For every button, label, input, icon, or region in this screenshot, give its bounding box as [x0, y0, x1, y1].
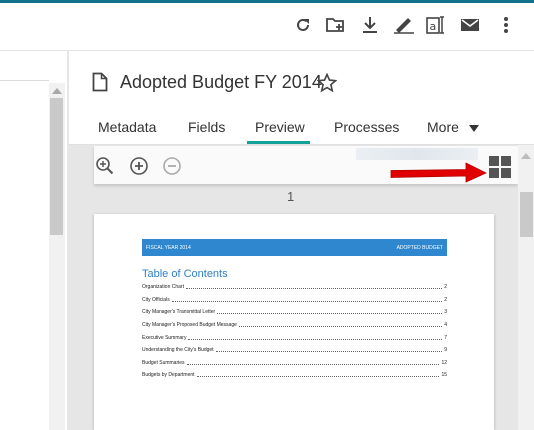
toc-label: Executive Summary [142, 335, 187, 341]
toc-leader [171, 300, 443, 302]
minus-circle-icon[interactable] [161, 155, 183, 177]
toc-label: City Officials [142, 297, 170, 303]
top-accent-bar [0, 0, 534, 3]
tab-fields[interactable]: Fields [188, 119, 225, 135]
toc-page: 3 [444, 309, 447, 315]
toc-label: City Manager's Transmittal Letter [142, 309, 216, 315]
toc-page: 7 [444, 335, 447, 341]
toc-leader [188, 338, 443, 340]
toc-leader [185, 287, 443, 289]
toc-leader [196, 375, 440, 377]
caret-down-icon [468, 124, 479, 132]
refresh-icon[interactable] [291, 12, 315, 38]
left-scroll-thumb[interactable] [50, 98, 63, 235]
toc-row: City Manager's Transmittal Letter 3 [142, 307, 447, 315]
red-arrow-annotation [390, 162, 487, 183]
star-icon[interactable] [316, 72, 338, 93]
right-scroll-up-icon[interactable] [521, 153, 531, 159]
toc-row: Organization Chart 2 [142, 282, 447, 290]
left-scroll-up-icon[interactable] [52, 88, 62, 94]
toc-page: 2 [444, 284, 447, 290]
file-icon [92, 72, 108, 92]
zoom-in-icon[interactable] [94, 155, 116, 177]
toc-leader [238, 325, 443, 327]
toc-label: Budget Summaries [142, 360, 185, 366]
toc-title: Table of Contents [142, 268, 228, 280]
toc-row: City Manager's Proposed Budget Message 4 [142, 320, 447, 328]
right-scrollbar[interactable] [518, 145, 534, 430]
tab-more[interactable]: More [427, 119, 479, 135]
toc-row: City Officials 2 [142, 295, 447, 303]
page-header-left: FISCAL YEAR 2014 [146, 245, 191, 251]
svg-text:a: a [430, 20, 437, 33]
toc-page: 4 [444, 322, 447, 328]
top-toolbar [0, 0, 534, 51]
more-vert-icon[interactable] [494, 12, 518, 38]
tab-more-label: More [427, 119, 459, 135]
toc-leader [217, 312, 443, 314]
page-header-band: FISCAL YEAR 2014 ADOPTED BUDGET [142, 239, 447, 256]
toc-page: 12 [441, 360, 447, 366]
toc-leader [186, 363, 440, 365]
download-icon[interactable] [358, 12, 382, 38]
tab-metadata[interactable]: Metadata [98, 119, 156, 135]
tab-preview[interactable]: Preview [255, 119, 305, 135]
plus-circle-icon[interactable] [128, 155, 150, 177]
toc-row: Budgets by Department 15 [142, 370, 447, 378]
toc-row: Budget Summaries 12 [142, 358, 447, 366]
toolbar-highlight [356, 148, 478, 160]
toc-page: 15 [441, 372, 447, 378]
document-title: Adopted Budget FY 2014 [120, 72, 322, 92]
toc-row: Executive Summary 7 [142, 333, 447, 341]
right-scroll-thumb[interactable] [520, 192, 533, 237]
page-header-right: ADOPTED BUDGET [396, 245, 443, 251]
grid-view-icon[interactable] [487, 154, 513, 180]
divider-line [0, 80, 49, 81]
toc-leader [215, 350, 443, 352]
tab-processes[interactable]: Processes [334, 119, 399, 135]
toc-page: 9 [444, 347, 447, 353]
toc-label: City Manager's Proposed Budget Message [142, 322, 237, 328]
toc-label: Understanding the City's Budget [142, 347, 214, 353]
toc-label: Budgets by Department [142, 372, 195, 378]
page-number: 1 [287, 189, 295, 204]
toc-page: 2 [444, 297, 447, 303]
sign-icon[interactable] [392, 12, 416, 38]
toc-label: Organization Chart [142, 284, 184, 290]
new-folder-icon[interactable] [324, 12, 348, 38]
mail-icon[interactable] [458, 12, 482, 38]
text-icon[interactable]: a [425, 12, 449, 38]
toc-row: Understanding the City's Budget 9 [142, 345, 447, 353]
